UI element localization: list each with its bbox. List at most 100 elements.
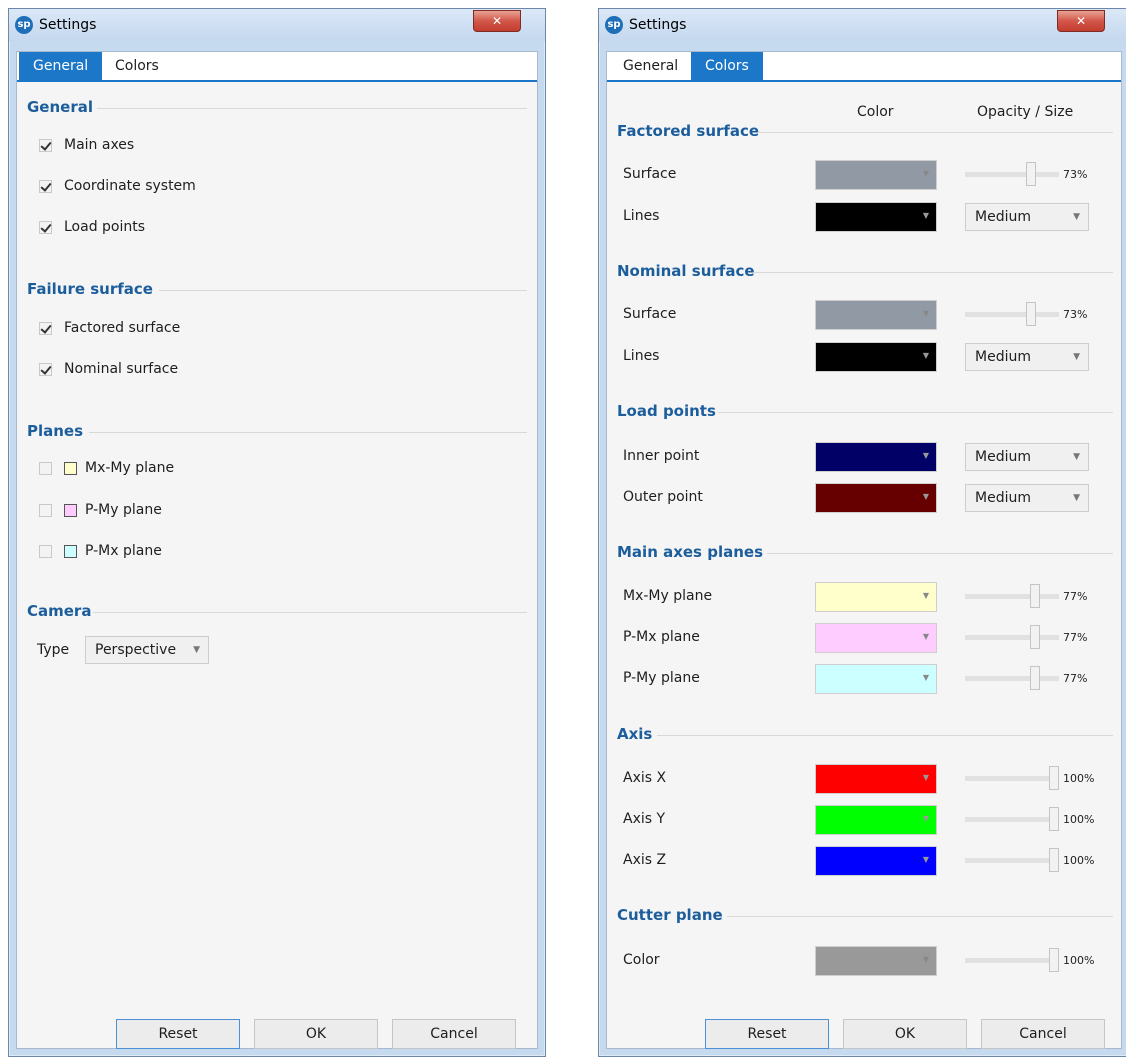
close-icon: ✕ — [491, 14, 503, 28]
dialog-body: General Colors General Main axes Coordin… — [16, 51, 538, 1049]
slider-thumb[interactable] — [1049, 807, 1059, 831]
option-nominal-surface[interactable]: Nominal surface — [39, 361, 178, 377]
option-main-axes[interactable]: Main axes — [39, 137, 134, 153]
section-factored: Factored surface — [617, 122, 1113, 140]
option-p-mx-plane[interactable]: P-Mx plane — [39, 543, 162, 559]
opacity-slider[interactable] — [965, 582, 1059, 612]
opacity-slider[interactable] — [965, 300, 1059, 330]
cancel-button[interactable]: Cancel — [981, 1019, 1105, 1049]
color-picker[interactable]: ▼ — [815, 946, 937, 976]
option-label: Mx-My plane — [85, 460, 175, 476]
opacity-value: 100% — [1063, 813, 1095, 826]
section-divider — [93, 612, 527, 613]
color-picker[interactable]: ▼ — [815, 582, 937, 612]
camera-type-select[interactable]: Perspective ▼ — [85, 636, 209, 664]
close-button[interactable]: ✕ — [1057, 10, 1105, 32]
section-nominal: Nominal surface — [617, 262, 1113, 280]
window-title: Settings — [629, 17, 687, 33]
plane-color-swatch — [64, 461, 77, 475]
chevron-down-icon: ▼ — [193, 645, 200, 655]
color-picker[interactable]: ▼ — [815, 664, 937, 694]
size-select[interactable]: Medium ▼ — [965, 443, 1089, 471]
opacity-slider[interactable] — [965, 805, 1059, 835]
reset-button[interactable]: Reset — [116, 1019, 240, 1049]
slider-thumb[interactable] — [1049, 766, 1059, 790]
tab-colors[interactable]: Colors — [691, 52, 763, 80]
tab-general[interactable]: General — [19, 52, 103, 80]
color-picker[interactable]: ▼ — [815, 764, 937, 794]
slider-thumb[interactable] — [1030, 584, 1040, 608]
slider-track — [965, 312, 1059, 317]
size-value: Medium — [975, 349, 1031, 365]
size-select[interactable]: Medium ▼ — [965, 203, 1089, 231]
ok-button[interactable]: OK — [254, 1019, 378, 1049]
tab-general[interactable]: General — [609, 52, 692, 80]
ok-button[interactable]: OK — [843, 1019, 967, 1049]
color-picker[interactable]: ▼ — [815, 846, 937, 876]
section-axis: Axis — [617, 725, 1113, 743]
option-load-points[interactable]: Load points — [39, 219, 145, 235]
section-planes: Planes — [27, 422, 527, 440]
section-title: Nominal surface — [617, 262, 755, 280]
reset-button[interactable]: Reset — [705, 1019, 829, 1049]
slider-thumb[interactable] — [1030, 625, 1040, 649]
option-p-my-plane[interactable]: P-My plane — [39, 502, 162, 518]
option-coordinate-system[interactable]: Coordinate system — [39, 178, 196, 194]
slider-thumb[interactable] — [1026, 302, 1036, 326]
color-picker[interactable]: ▼ — [815, 805, 937, 835]
slider-thumb[interactable] — [1049, 948, 1059, 972]
tab-bar: General Colors — [607, 52, 1121, 82]
chevron-down-icon: ▼ — [922, 211, 929, 220]
opacity-slider[interactable] — [965, 764, 1059, 794]
color-picker[interactable]: ▼ — [815, 300, 937, 330]
tab-colors[interactable]: Colors — [101, 52, 173, 80]
chevron-down-icon: ▼ — [922, 773, 929, 782]
color-picker[interactable]: ▼ — [815, 202, 937, 232]
checkbox[interactable] — [39, 503, 52, 517]
slider-track — [965, 776, 1059, 781]
checkbox[interactable] — [39, 220, 52, 234]
row-label: Axis Z — [623, 852, 667, 868]
row-label: Lines — [623, 208, 660, 224]
slider-thumb[interactable] — [1030, 666, 1040, 690]
opacity-slider[interactable] — [965, 623, 1059, 653]
checkbox[interactable] — [39, 362, 52, 376]
size-select[interactable]: Medium ▼ — [965, 484, 1089, 512]
title-bar[interactable]: sp Settings ✕ — [599, 9, 1126, 41]
cancel-button[interactable]: Cancel — [392, 1019, 516, 1049]
color-picker[interactable]: ▼ — [815, 342, 937, 372]
color-picker[interactable]: ▼ — [815, 160, 937, 190]
section-divider — [657, 735, 1113, 736]
section-load: Load points — [617, 402, 1113, 420]
option-label: P-My plane — [85, 502, 162, 518]
size-value: Medium — [975, 209, 1031, 225]
section-title: General — [27, 98, 93, 116]
opacity-slider[interactable] — [965, 664, 1059, 694]
size-select[interactable]: Medium ▼ — [965, 343, 1089, 371]
checkbox[interactable] — [39, 179, 52, 193]
section-title: Camera — [27, 602, 92, 620]
checkbox[interactable] — [39, 321, 52, 335]
section-planes: Main axes planes — [617, 543, 1113, 561]
slider-thumb[interactable] — [1049, 848, 1059, 872]
slider-thumb[interactable] — [1026, 162, 1036, 186]
color-picker[interactable]: ▼ — [815, 623, 937, 653]
color-picker[interactable]: ▼ — [815, 442, 937, 472]
opacity-slider[interactable] — [965, 160, 1059, 190]
row-label: Color — [623, 952, 660, 968]
checkbox[interactable] — [39, 461, 52, 475]
opacity-slider[interactable] — [965, 946, 1059, 976]
chevron-down-icon: ▼ — [1073, 352, 1080, 362]
checkbox[interactable] — [39, 138, 52, 152]
option-mx-my-plane[interactable]: Mx-My plane — [39, 460, 174, 476]
close-button[interactable]: ✕ — [473, 10, 521, 32]
opacity-value: 77% — [1063, 672, 1088, 685]
section-divider — [159, 290, 527, 291]
color-picker[interactable]: ▼ — [815, 483, 937, 513]
option-label: P-Mx plane — [85, 543, 162, 559]
option-factored-surface[interactable]: Factored surface — [39, 320, 180, 336]
section-title: Cutter plane — [617, 906, 723, 924]
opacity-slider[interactable] — [965, 846, 1059, 876]
title-bar[interactable]: sp Settings ✕ — [9, 9, 545, 41]
checkbox[interactable] — [39, 544, 52, 558]
